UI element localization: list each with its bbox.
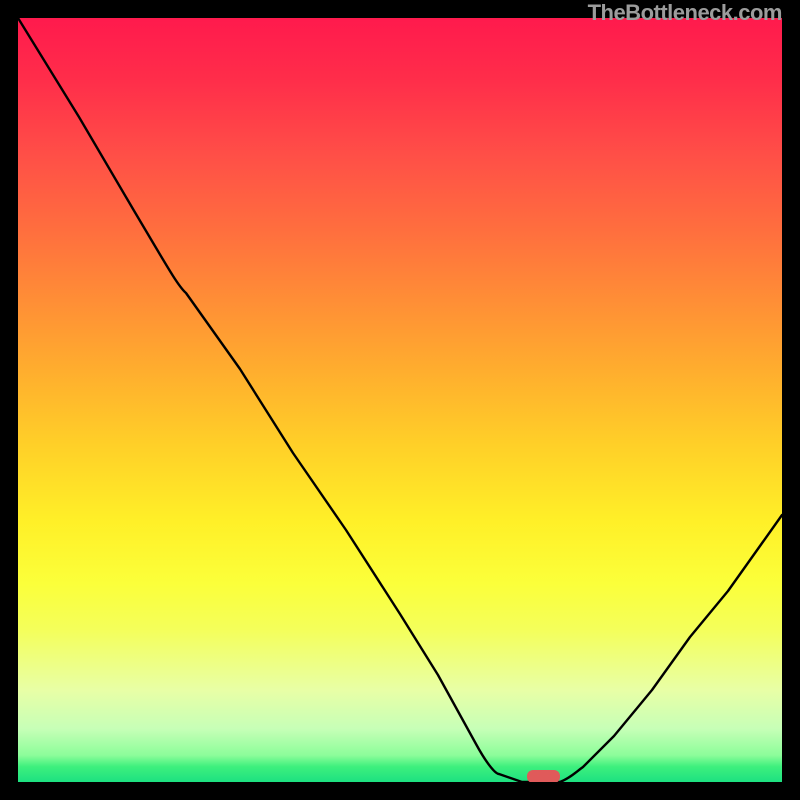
chart-svg [18, 18, 782, 782]
chart-stage: TheBottleneck.com [0, 0, 800, 800]
optimal-marker [527, 770, 560, 782]
plot-area [18, 18, 782, 782]
bottleneck-curve [18, 18, 782, 782]
